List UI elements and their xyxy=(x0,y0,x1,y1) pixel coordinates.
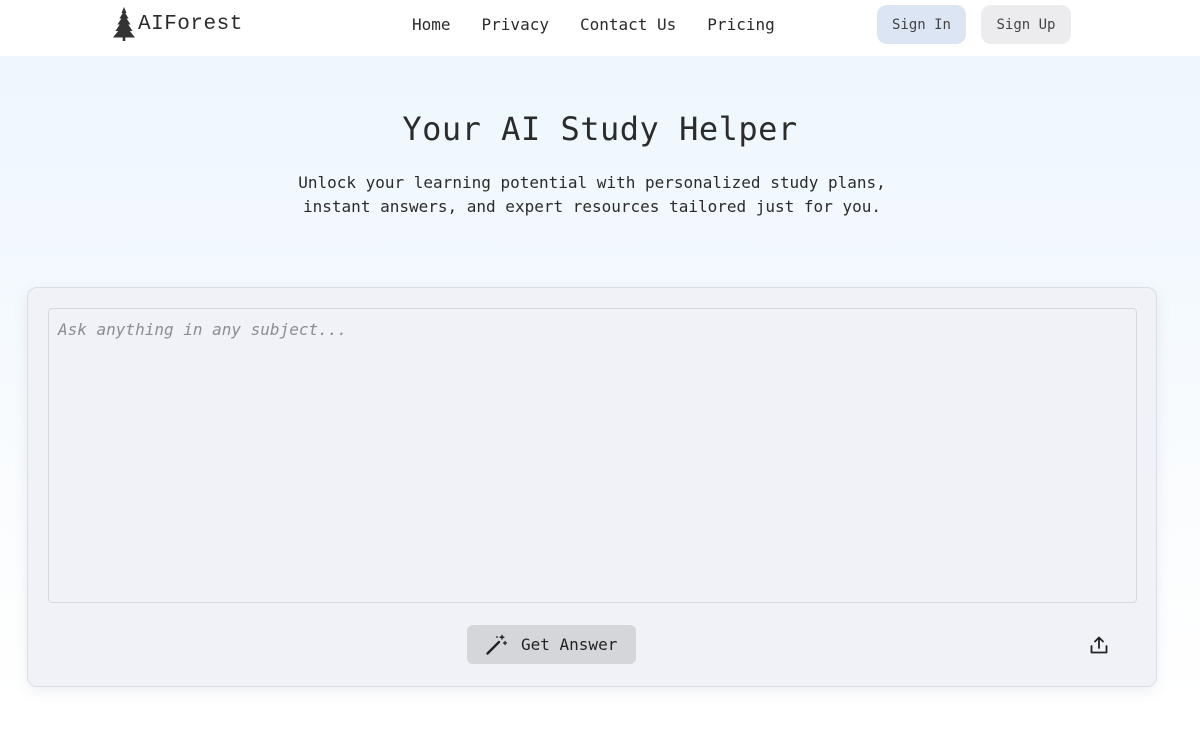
get-answer-button[interactable]: Get Answer xyxy=(467,625,636,664)
nav-contact-us[interactable]: Contact Us xyxy=(572,11,684,39)
pine-tree-icon xyxy=(113,7,135,41)
sign-up-button[interactable]: Sign Up xyxy=(981,5,1071,44)
brand-name: AIForest xyxy=(138,12,243,36)
nav-privacy[interactable]: Privacy xyxy=(474,11,557,39)
question-card: Get Answer xyxy=(27,287,1157,687)
magic-wand-icon xyxy=(486,634,507,655)
nav-home[interactable]: Home xyxy=(404,11,459,39)
sign-in-button[interactable]: Sign In xyxy=(877,5,966,44)
page-title: Your AI Study Helper xyxy=(402,110,798,148)
share-button[interactable] xyxy=(1087,633,1111,657)
get-answer-label: Get Answer xyxy=(521,635,618,654)
hero-subtitle-line-2: instant answers, and expert resources ta… xyxy=(303,197,881,216)
hero-subtitle-line-1: Unlock your learning potential with pers… xyxy=(298,173,886,192)
main-nav: Home Privacy Contact Us Pricing xyxy=(404,11,798,39)
question-input[interactable] xyxy=(48,308,1137,603)
share-upload-icon xyxy=(1090,636,1108,654)
top-navbar: AIForest Home Privacy Contact Us Pricing… xyxy=(0,0,1200,56)
nav-pricing[interactable]: Pricing xyxy=(699,11,782,39)
brand-logo[interactable]: AIForest xyxy=(112,6,243,42)
hero-subtitle: Unlock your learning potential with pers… xyxy=(280,171,904,219)
